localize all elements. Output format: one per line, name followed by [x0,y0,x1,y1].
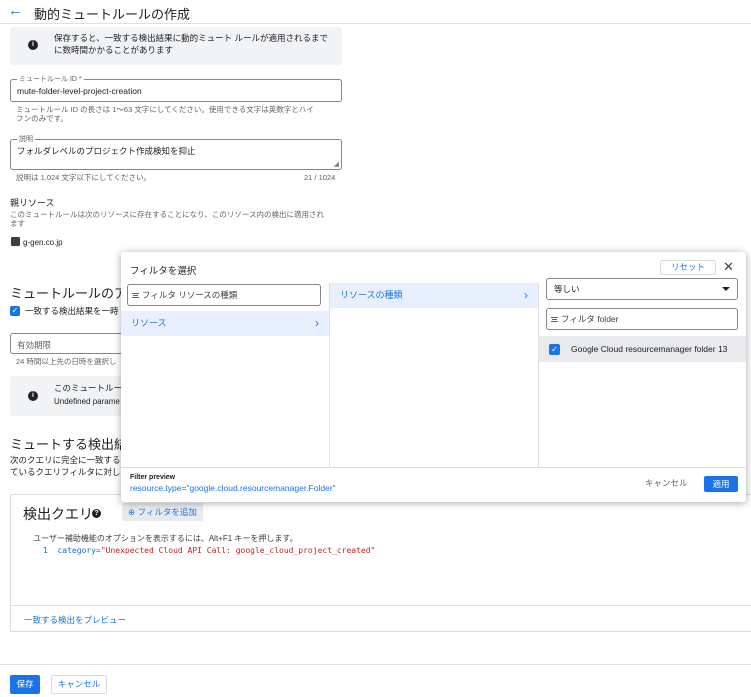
mute-rule-id-field[interactable]: ミュートルール ID * mute-folder-level-project-c… [10,75,342,102]
parent-resource-text-2: ます [10,219,25,228]
mute-rule-id-value: mute-folder-level-project-creation [17,86,142,96]
mute-action-info-2: Undefined parame [54,397,120,406]
add-filter-label: フィルタを追加 [137,507,197,517]
filter-icon [551,317,558,322]
save-button[interactable]: 保存 [10,675,40,694]
description-hint: 説明は 1,024 文字以下にしてください。 [16,173,151,182]
info-icon: i [28,391,38,401]
resource-filter-input[interactable]: フィルタ リソースの種類 [127,284,321,306]
operator-select[interactable]: 等しい [546,278,738,300]
filter-icon [132,293,139,298]
filter-value: folder [597,314,619,324]
bottom-action-bar: 保存 キャンセル [0,664,751,697]
dialog-footer-divider [121,467,746,468]
dialog-title: フィルタを選択 [130,266,197,277]
filter-preview-value: resource.type="google.cloud.resourcemana… [130,483,336,493]
check-icon[interactable]: ✓ [549,344,560,355]
caret-down-icon [722,287,730,291]
preview-findings-link[interactable]: 一致する検出をプレビュー [24,614,126,626]
expiry-placeholder: 有効期限 [17,340,52,350]
temporary-mute-checkbox[interactable]: ✓ [10,306,20,316]
column-divider [329,283,330,467]
filter-select-dialog: フィルタを選択 リセット ✕ フィルタ リソースの種類 リソース › リソースの… [121,252,746,502]
add-filter-button[interactable]: ⊕ フィルタを追加 [122,503,203,521]
option-folder-row[interactable]: ✓ Google Cloud resourcemanager folder 13 [539,336,746,362]
page-title: 動的ミュートルールの作成 [34,7,191,22]
parent-resource-heading: 親リソース [10,198,55,208]
mute-rule-id-hint-2: フンのみです。 [16,114,68,123]
query-card: 検出クエリ ? ⊕ フィルタを追加 ユーザー補助機能のオプションを表示するには、… [10,494,751,632]
expiry-hint: 24 時間以上先の日時を選択し [16,357,117,366]
dialog-cancel-button[interactable]: キャンセル [645,477,688,489]
code-value: "Unexpected Cloud API Call: google_cloud… [100,546,376,555]
mute-rule-id-label: ミュートルール ID * [17,75,84,84]
building-icon [11,237,20,246]
line-number: 1 [43,546,48,555]
description-field[interactable]: 説明 フォルダレベルのプロジェクト作成検知を抑止 ◢ [10,135,342,170]
nav-item-resource-label: リソース [131,318,167,328]
divider [11,605,751,606]
nav-item-resource[interactable]: リソース › [121,311,329,336]
description-value: フォルダレベルのプロジェクト作成検知を抑止 [17,146,196,156]
option-folder-label: Google Cloud resourcemanager folder 13 [571,344,728,354]
temporary-mute-label: 一致する検出結果を一時 [25,306,119,316]
filter-preview-label: Filter preview [130,474,176,481]
value-filter-input[interactable]: フィルタ folder [546,308,738,330]
findings-text-2: ているクエリフィルタに対し [10,467,121,477]
cancel-button[interactable]: キャンセル [51,675,107,694]
description-label: 説明 [17,135,35,144]
filter-prefix: フィルタ [142,290,176,300]
reset-button[interactable]: リセット [660,260,716,275]
mute-action-heading: ミュートルールのアク [10,286,140,301]
accessibility-hint: ユーザー補助機能のオプションを表示するには、Alt+F1 キーを押します。 [33,534,298,543]
save-info-text-1: 保存すると、一致する検出結果に動的ミュート ルールが適用されるまで [54,33,329,43]
save-info-text-2: に数時間かかることがあります [54,45,174,55]
query-editor-line[interactable]: 1 category="Unexpected Cloud API Call: g… [43,546,375,555]
org-name: g-gen.co.jp [23,238,63,247]
help-icon[interactable]: ? [92,509,101,518]
parent-resource-text-1: このミュートルールは次のリソースに存在することになり、このリソース内の検出に適用… [10,210,324,219]
close-icon[interactable]: ✕ [723,259,734,275]
top-bar: ← 動的ミュートルールの作成 [0,0,751,24]
operator-value: 等しい [554,284,580,294]
code-key: category= [57,546,101,555]
chevron-right-icon: › [315,316,319,330]
back-arrow-icon[interactable]: ← [8,2,23,19]
mute-action-info-1: このミュートルー [54,383,123,393]
chevron-right-icon: › [524,288,528,302]
resize-handle-icon[interactable]: ◢ [334,160,339,168]
add-circle-icon: ⊕ [128,507,136,517]
column-divider [538,283,539,467]
query-title: 検出クエリ [23,506,93,522]
nav-item-resource-type-label: リソースの種類 [340,290,403,300]
apply-button[interactable]: 適用 [704,476,738,492]
filter-prefix: フィルタ [561,314,595,324]
findings-text-1: 次のクエリに完全に一致する [10,455,121,465]
save-info-banner: i 保存すると、一致する検出結果に動的ミュート ルールが適用されるまで に数時間… [10,27,342,65]
filter-placeholder: リソースの種類 [178,290,238,300]
description-counter: 21 / 1024 [304,173,336,182]
nav-item-resource-type[interactable]: リソースの種類 › [330,283,538,308]
info-icon: i [28,40,38,50]
